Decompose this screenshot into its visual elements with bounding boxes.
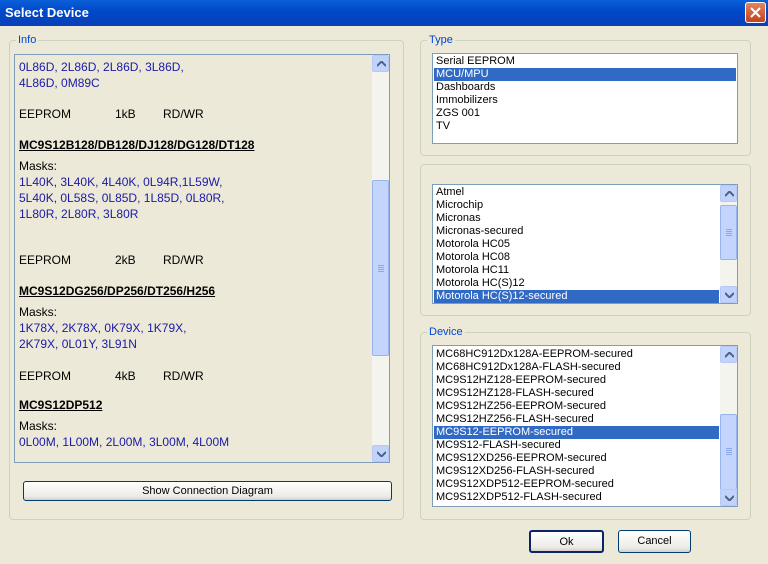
arrow-up-icon	[725, 191, 734, 197]
close-button[interactable]	[745, 2, 766, 23]
info-panel[interactable]: 0L86D, 2L86D, 2L86D, 3L86D, 4L86D, 0M89C…	[14, 54, 390, 463]
window-title: Select Device	[5, 5, 89, 20]
info-masks-label: Masks:	[19, 305, 58, 319]
close-icon	[750, 7, 761, 18]
list-item[interactable]: Motorola HC(S)12	[434, 277, 719, 290]
info-masks-line: 1L40K, 3L40K, 4L40K, 0L94R,1L59W,	[19, 175, 223, 189]
ok-button[interactable]: Ok	[529, 530, 604, 553]
info-masks-line: 0L00M, 1L00M, 2L00M, 3L00M, 4L00M	[19, 435, 230, 449]
scroll-down-button[interactable]	[720, 286, 737, 303]
list-item[interactable]: Motorola HC08	[434, 251, 719, 264]
info-device-heading: MC9S12B128/DB128/DJ128/DG128/DT128	[19, 138, 255, 152]
arrow-down-icon	[725, 292, 734, 298]
list-item[interactable]: TV	[434, 120, 736, 133]
list-item[interactable]: MCU/MPU	[434, 68, 736, 81]
list-item[interactable]: MC9S12HZ256-FLASH-secured	[434, 413, 719, 426]
info-eeprom-label: EEPROM	[19, 369, 72, 383]
list-item[interactable]: Motorola HC(S)12-secured	[434, 290, 719, 303]
list-item[interactable]: MC9S12-FLASH-secured	[434, 439, 719, 452]
info-device-heading: MC9S12DP512	[19, 398, 103, 412]
arrow-up-icon	[725, 352, 734, 358]
title-bar[interactable]: Select Device	[0, 0, 768, 26]
info-masks-line: 5L40K, 0L58S, 0L85D, 1L85D, 0L80R,	[19, 191, 225, 205]
info-masks-line: 1K78X, 2K78X, 0K79X, 1K79X,	[19, 321, 187, 335]
info-eeprom-size: 2kB	[115, 253, 136, 267]
info-group-label: Info	[16, 34, 39, 46]
info-text-line: 0L86D, 2L86D, 2L86D, 3L86D,	[19, 60, 184, 74]
list-item[interactable]: Micronas-secured	[434, 225, 719, 238]
device-scrollbar[interactable]	[720, 346, 737, 506]
list-item[interactable]: ZGS 001	[434, 107, 736, 120]
list-item[interactable]: MC68HC912Dx128A-FLASH-secured	[434, 361, 719, 374]
scroll-down-button[interactable]	[720, 489, 737, 506]
scroll-thumb[interactable]	[372, 180, 389, 356]
scroll-down-button[interactable]	[372, 445, 389, 462]
list-item[interactable]: Dashboards	[434, 81, 736, 94]
list-item[interactable]: MC9S12XD256-FLASH-secured	[434, 465, 719, 478]
arrow-up-icon	[377, 61, 386, 67]
info-scrollbar[interactable]	[372, 55, 389, 462]
list-item[interactable]: MC9S12XDP512-EEPROM-secured	[434, 478, 719, 491]
list-item[interactable]: MC9S12HZ128-EEPROM-secured	[434, 374, 719, 387]
list-item[interactable]: MC9S12XDP512-FLASH-secured	[434, 491, 719, 504]
info-eeprom-mode: RD/WR	[163, 253, 204, 267]
type-listbox[interactable]: TV ZGS 001 Immobilizers Dashboards MCU/MPU Se…	[432, 53, 738, 144]
info-eeprom-mode: RD/WR	[163, 369, 204, 383]
device-group-label: Device	[427, 326, 465, 338]
info-eeprom-size: 1kB	[115, 107, 136, 121]
list-item[interactable]: Motorola HC05	[434, 238, 719, 251]
scroll-up-button[interactable]	[720, 346, 737, 363]
info-eeprom-label: EEPROM	[19, 253, 72, 267]
info-masks-line: 2K79X, 0L01Y, 3L91N	[19, 337, 137, 351]
show-connection-diagram-button[interactable]: Show Connection Diagram	[23, 481, 392, 501]
arrow-down-icon	[377, 451, 386, 457]
arrow-down-icon	[725, 495, 734, 501]
info-eeprom-size: 4kB	[115, 369, 136, 383]
list-item[interactable]: Atmel	[434, 186, 719, 199]
list-item[interactable]: MC68HC912Dx128A-EEPROM-secured	[434, 348, 719, 361]
scroll-thumb[interactable]	[720, 414, 737, 490]
scroll-up-button[interactable]	[720, 185, 737, 202]
cancel-button[interactable]: Cancel	[618, 530, 691, 553]
list-item[interactable]: MC9S12HZ128-FLASH-secured	[434, 387, 719, 400]
device-listbox[interactable]: MC9S12XDP512-FLASH-secured MC9S12XDP512-E…	[432, 345, 738, 507]
list-item[interactable]: Serial EEPROM	[434, 55, 736, 68]
list-item[interactable]: MC9S12-EEPROM-secured	[434, 426, 719, 439]
info-masks-label: Masks:	[19, 159, 58, 173]
list-item[interactable]: Motorola HC11	[434, 264, 719, 277]
list-item[interactable]: Micronas	[434, 212, 719, 225]
scroll-up-button[interactable]	[372, 55, 389, 72]
info-eeprom-mode: RD/WR	[163, 107, 204, 121]
info-eeprom-label: EEPROM	[19, 107, 72, 121]
scroll-thumb[interactable]	[720, 205, 737, 260]
list-item[interactable]: MC9S12HZ256-EEPROM-secured	[434, 400, 719, 413]
info-text-line: 4L86D, 0M89C	[19, 76, 100, 90]
info-masks-label: Masks:	[19, 419, 58, 433]
manufacturer-scrollbar[interactable]	[720, 185, 737, 303]
list-item[interactable]: Microchip	[434, 199, 719, 212]
type-group-label: Type	[427, 34, 455, 46]
list-item[interactable]: Immobilizers	[434, 94, 736, 107]
info-device-heading: MC9S12DG256/DP256/DT256/H256	[19, 284, 216, 298]
list-item[interactable]: MC9S12XD256-EEPROM-secured	[434, 452, 719, 465]
info-masks-line: 1L80R, 2L80R, 3L80R	[19, 207, 139, 221]
manufacturer-listbox[interactable]: Motorola HC(S)12-secured Motorola HC(S)12…	[432, 184, 738, 304]
